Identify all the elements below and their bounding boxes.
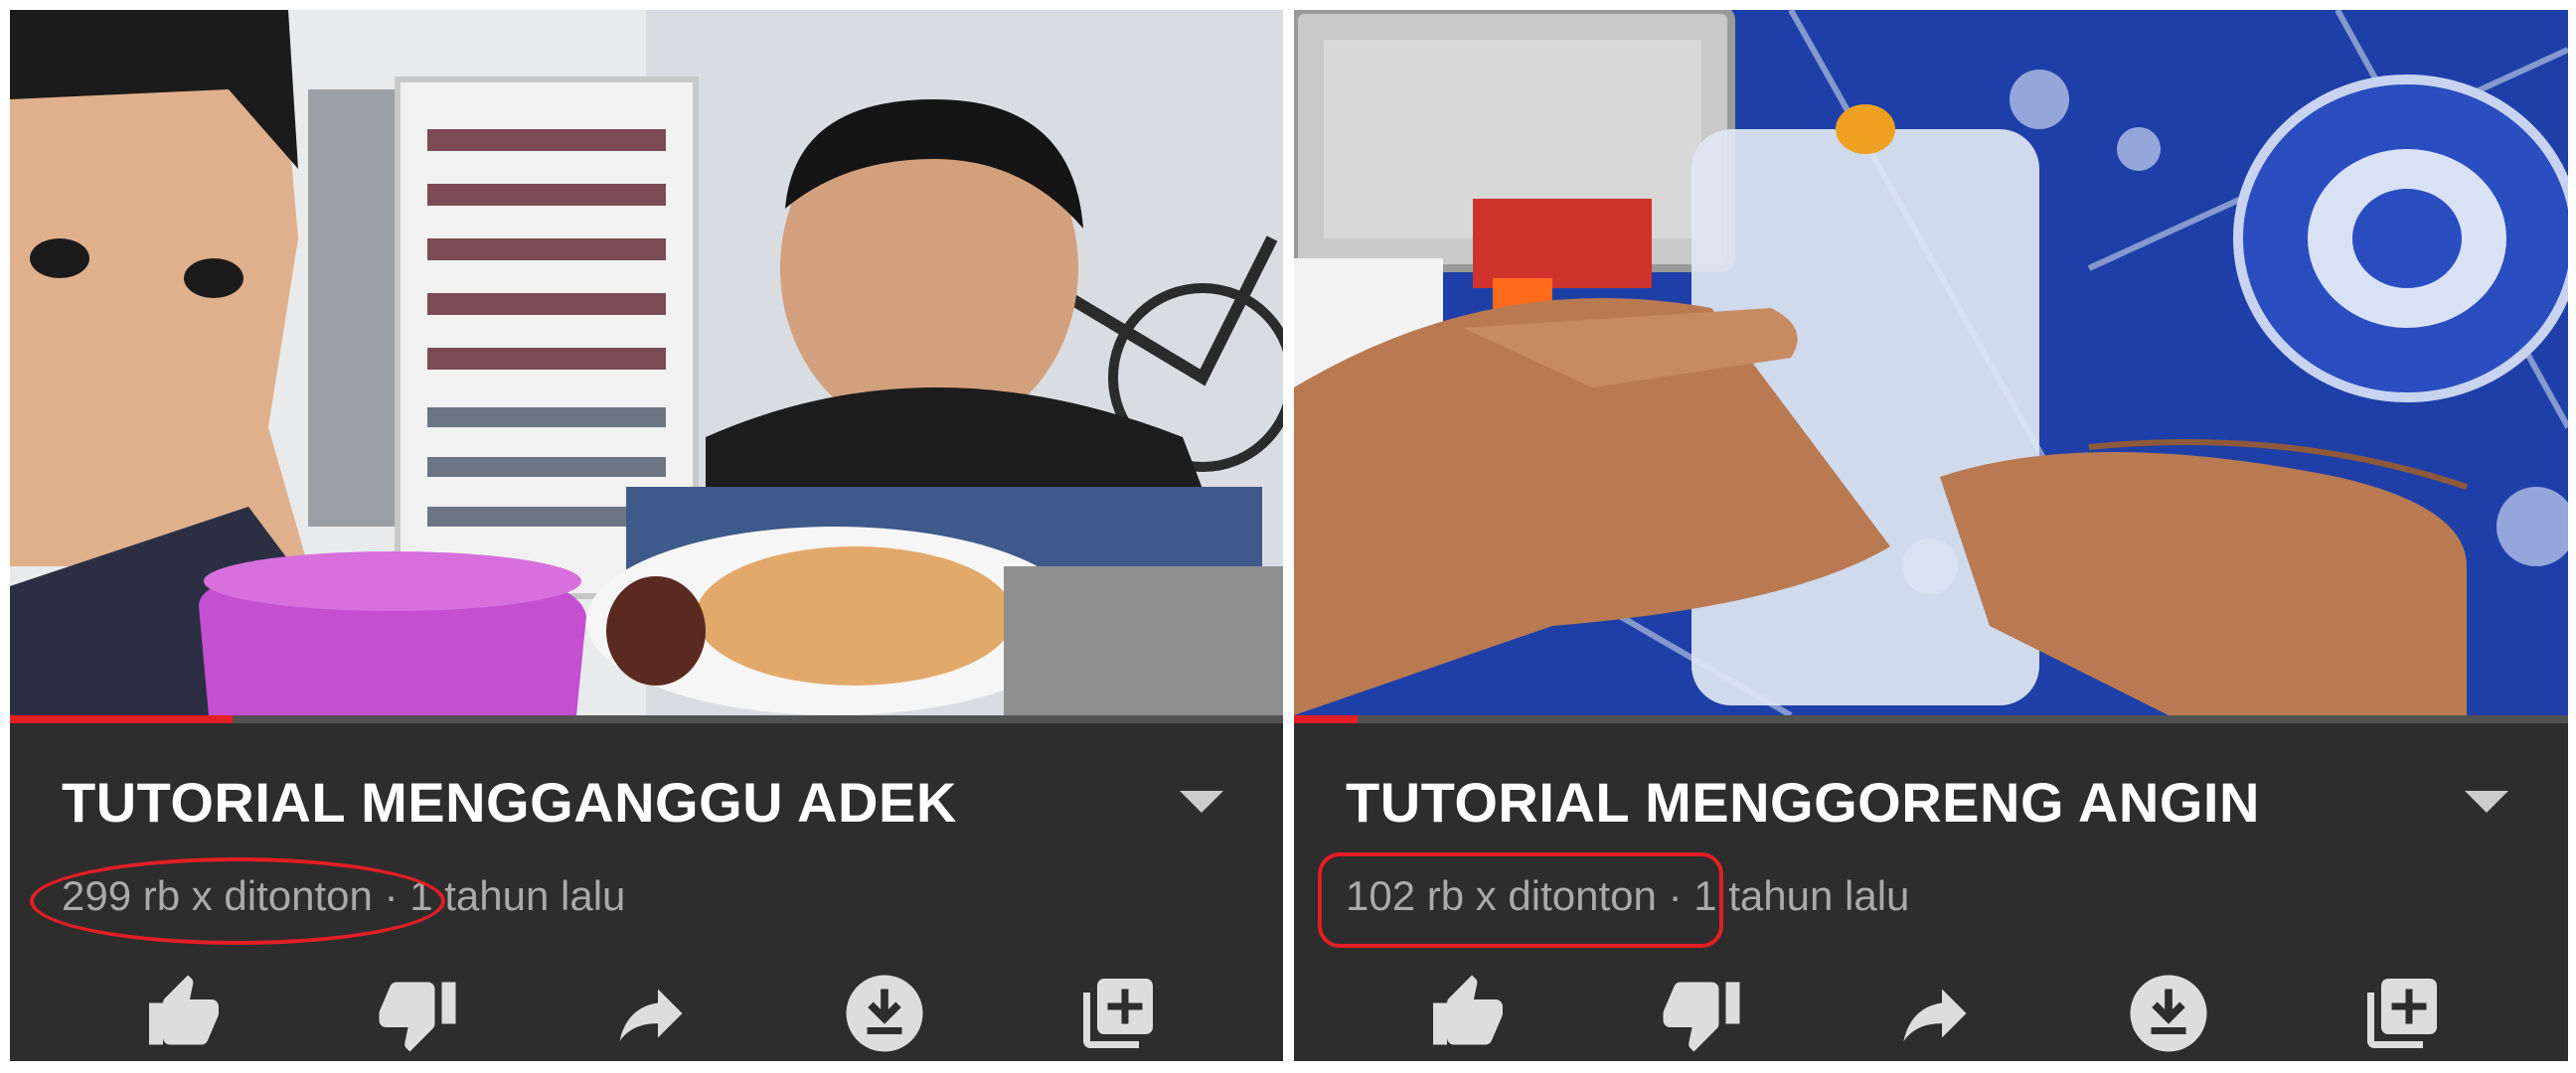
video-frame xyxy=(1294,10,2568,715)
add-to-playlist-button[interactable] xyxy=(1073,969,1163,1058)
download-icon xyxy=(2130,975,2207,1052)
progress-played xyxy=(10,715,234,723)
dislike-button[interactable] xyxy=(373,969,462,1058)
video-player[interactable] xyxy=(1294,10,2568,715)
video-title: TUTORIAL MENGGORENG ANGIN xyxy=(1346,771,2260,834)
like-button[interactable] xyxy=(1423,969,1513,1058)
like-button[interactable] xyxy=(139,969,229,1058)
progress-played xyxy=(1294,715,1359,723)
view-count-highlight xyxy=(1318,852,1723,948)
chevron-down-icon[interactable] xyxy=(2463,787,2510,817)
video-player[interactable] xyxy=(10,10,1283,715)
video-panel-right: TUTORIAL MENGGORENG ANGIN 102 rb x diton… xyxy=(1294,10,2568,1061)
add-to-playlist-icon xyxy=(2367,979,2437,1048)
upload-age: 1 tahun lalu xyxy=(1693,872,1910,919)
progress-bar[interactable] xyxy=(10,715,1283,723)
add-to-playlist-button[interactable] xyxy=(2357,969,2447,1058)
video-panel-left: TUTORIAL MENGGANGGU ADEK 299 rb x ditont… xyxy=(10,10,1283,1061)
action-bar xyxy=(1294,969,2568,1058)
video-frame xyxy=(10,10,1283,715)
download-button[interactable] xyxy=(2124,969,2213,1058)
chevron-down-icon[interactable] xyxy=(1178,787,1225,817)
like-icon xyxy=(149,975,219,1045)
dislike-icon xyxy=(1663,982,1740,1052)
dislike-button[interactable] xyxy=(1657,969,1746,1058)
share-button[interactable] xyxy=(606,969,696,1058)
progress-bar[interactable] xyxy=(1294,715,2568,723)
download-icon xyxy=(846,975,923,1052)
share-icon xyxy=(1903,989,1967,1041)
add-to-playlist-icon xyxy=(1083,979,1153,1048)
video-title: TUTORIAL MENGGANGGU ADEK xyxy=(62,771,957,834)
download-button[interactable] xyxy=(840,969,929,1058)
action-bar xyxy=(10,969,1283,1058)
like-icon xyxy=(1433,975,1503,1045)
share-button[interactable] xyxy=(1890,969,1980,1058)
view-count-highlight xyxy=(30,857,445,945)
dislike-icon xyxy=(379,982,456,1052)
share-icon xyxy=(619,989,683,1041)
